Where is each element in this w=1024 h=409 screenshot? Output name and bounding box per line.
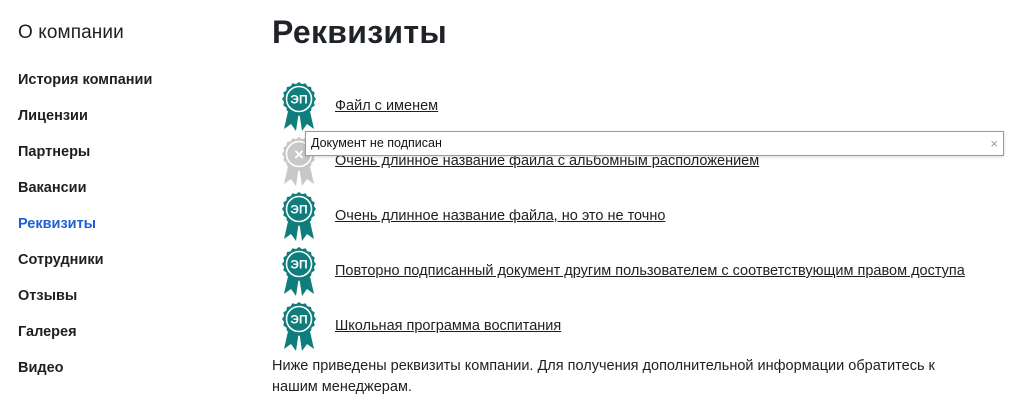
svg-text:ЭП: ЭП	[290, 93, 307, 107]
sidebar-list: История компании Лицензии Партнеры Вакан…	[18, 70, 152, 394]
page: О компании История компании Лицензии Пар…	[0, 0, 1024, 409]
unsigned-tooltip: Документ не подписан ×	[305, 131, 1004, 156]
signature-badge-icon: ЭП	[280, 191, 318, 243]
signature-badge-icon: ЭП	[280, 301, 318, 353]
sidebar-title: О компании	[18, 22, 124, 43]
sidebar-item-employees[interactable]: Сотрудники	[18, 250, 152, 286]
file-link[interactable]: Школьная программа воспитания	[335, 318, 561, 334]
file-row: ЭП Повторно подписанный документ другим …	[280, 243, 1000, 298]
sidebar-item-reviews[interactable]: Отзывы	[18, 286, 152, 322]
page-title: Реквизиты	[272, 14, 447, 50]
signature-badge-icon: ЭП	[280, 246, 318, 298]
file-link[interactable]: Очень длинное название файла, но это не …	[335, 208, 665, 224]
file-list: ЭП Файл с именем × Очень длинное названи…	[280, 78, 1000, 353]
sidebar-item-history[interactable]: История компании	[18, 70, 152, 106]
sidebar-item-vacancies[interactable]: Вакансии	[18, 178, 152, 214]
requisites-description: Ниже приведены реквизиты компании. Для п…	[272, 358, 935, 395]
signature-badge-icon: ЭП	[280, 81, 318, 133]
tooltip-text: Документ не подписан	[311, 136, 442, 150]
sidebar-item-requisites[interactable]: Реквизиты	[18, 214, 152, 250]
close-icon[interactable]: ×	[990, 132, 998, 155]
sidebar-item-partners[interactable]: Партнеры	[18, 142, 152, 178]
svg-text:ЭП: ЭП	[290, 258, 307, 272]
sidebar-item-gallery[interactable]: Галерея	[18, 322, 152, 358]
svg-text:×: ×	[294, 145, 304, 164]
file-link[interactable]: Файл с именем	[335, 98, 438, 114]
svg-text:ЭП: ЭП	[290, 203, 307, 217]
sidebar-item-licenses[interactable]: Лицензии	[18, 106, 152, 142]
file-link[interactable]: Повторно подписанный документ другим пол…	[335, 263, 965, 279]
sidebar-item-video[interactable]: Видео	[18, 358, 152, 394]
file-row: ЭП Очень длинное название файла, но это …	[280, 188, 1000, 243]
svg-text:ЭП: ЭП	[290, 313, 307, 327]
file-row: ЭП Школьная программа воспитания	[280, 298, 1000, 353]
file-row: ЭП Файл с именем	[280, 78, 1000, 133]
